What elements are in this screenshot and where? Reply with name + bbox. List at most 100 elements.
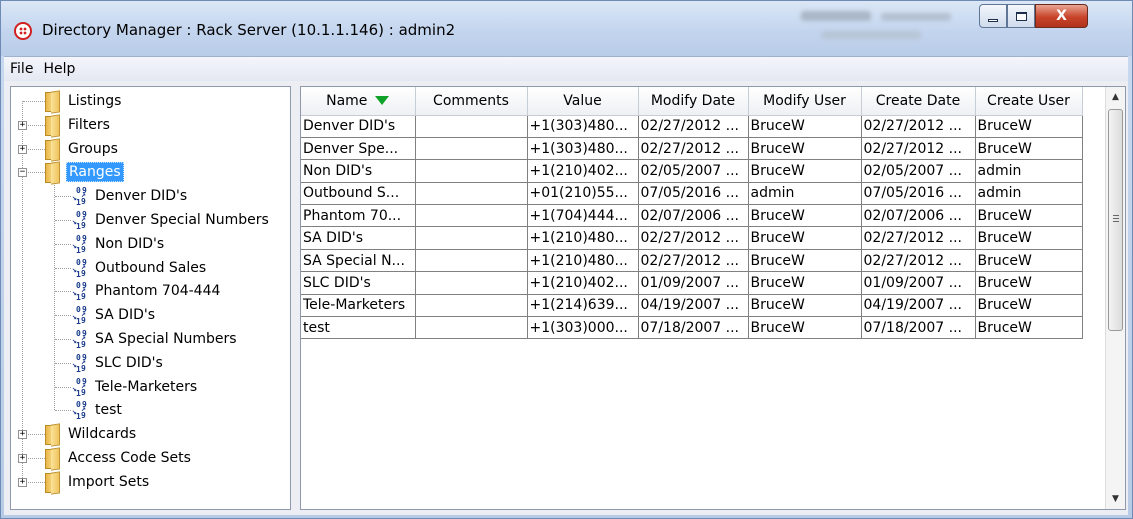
cell-modify-user: BruceW bbox=[748, 271, 862, 295]
tree-node-label: Import Sets bbox=[68, 473, 150, 490]
range-icon: 0 9 ↘ ↗ 1 9 bbox=[72, 210, 87, 231]
cell-create-user: BruceW bbox=[975, 249, 1083, 273]
cell-create-user: BruceW bbox=[975, 271, 1083, 295]
tree-node-outbound-sales[interactable]: 0 9 ↘ ↗ 1 9 Outbound Sales bbox=[71, 256, 208, 280]
tree-line bbox=[55, 315, 71, 317]
tree-node-wildcards[interactable]: Wildcards bbox=[44, 422, 138, 446]
expand-icon[interactable]: + bbox=[18, 477, 27, 487]
tree-node-phantom-704-444[interactable]: 0 9 ↘ ↗ 1 9 Phantom 704-444 bbox=[71, 279, 222, 303]
tree-node-ranges[interactable]: Ranges bbox=[44, 160, 124, 184]
cell-modify-date: 04/19/2007 ... bbox=[638, 294, 749, 318]
minimize-button[interactable] bbox=[979, 4, 1007, 28]
column-header-comments[interactable]: Comments bbox=[415, 87, 528, 116]
cell-comments bbox=[415, 137, 528, 161]
tree-node-listings[interactable]: Listings bbox=[44, 89, 123, 113]
menu-file[interactable]: File bbox=[4, 61, 37, 77]
tree-line bbox=[55, 339, 71, 340]
cell-create-user: admin bbox=[975, 182, 1083, 206]
cell-modify-date: 02/27/2012 ... bbox=[638, 137, 749, 161]
tree-node-label: SLC DID's bbox=[95, 354, 163, 371]
tree-node-access-code-sets[interactable]: Access Code Sets bbox=[44, 446, 193, 470]
table-row[interactable]: Outbound S... +01(210)55... 07/05/2016 ...… bbox=[301, 182, 1083, 206]
table-row[interactable]: SLC DID's +1(210)402... 01/09/2007 ... Bruc… bbox=[301, 271, 1083, 295]
tree-node-import-sets[interactable]: Import Sets bbox=[44, 470, 151, 494]
cell-modify-user: BruceW bbox=[748, 137, 862, 161]
title-bar[interactable]: Directory Manager : Rack Server (10.1.1.… bbox=[1, 1, 1132, 56]
range-icon: 0 9 ↘ ↗ 1 9 bbox=[72, 281, 87, 303]
tree-line bbox=[55, 243, 71, 245]
table-row[interactable]: Denver Spe... +1(303)480... 02/27/2012 ...… bbox=[301, 137, 1083, 161]
cell-modify-date: 02/05/2007 ... bbox=[638, 159, 749, 183]
cell-value: +1(303)480... bbox=[527, 137, 639, 161]
tree-node-non-did-s[interactable]: 0 9 ↘ ↗ 1 9 Non DID's bbox=[71, 232, 166, 256]
app-window: Directory Manager : Rack Server (10.1.1.… bbox=[0, 0, 1133, 519]
vertical-scrollbar[interactable]: ▲ ▼ bbox=[1105, 87, 1125, 509]
tree-node-label: SA DID's bbox=[95, 307, 156, 324]
scroll-up-icon[interactable]: ▲ bbox=[1106, 87, 1125, 107]
app-logo-icon bbox=[14, 22, 32, 40]
tree-line bbox=[55, 291, 71, 293]
directory-tree[interactable]: Listings + Filters + Groups − Ranges 0 9 ↘ ↗ 1 9 Denv… bbox=[10, 86, 291, 510]
cell-value: +1(210)480... bbox=[527, 226, 639, 250]
column-header-create-user[interactable]: Create User bbox=[975, 87, 1083, 116]
maximize-button[interactable] bbox=[1007, 4, 1035, 28]
expand-icon[interactable]: + bbox=[18, 144, 27, 154]
tree-node-sa-did-s[interactable]: 0 9 ↘ ↗ 1 9 SA DID's bbox=[71, 303, 157, 327]
tree-node-label: Non DID's bbox=[95, 235, 165, 252]
tree-node-label: Denver Special Numbers bbox=[95, 212, 269, 228]
panel-splitter[interactable] bbox=[292, 86, 299, 510]
table-row[interactable]: test +1(303)000... 07/18/2007 ... BruceW 07/… bbox=[301, 316, 1083, 340]
expand-icon[interactable]: + bbox=[18, 430, 27, 440]
expand-icon[interactable]: + bbox=[18, 120, 27, 130]
scroll-thumb[interactable] bbox=[1108, 109, 1123, 331]
table-row[interactable]: SA Special N... +1(210)480... 02/27/2012 .… bbox=[301, 249, 1083, 273]
range-icon: 0 9 ↘ ↗ 1 9 bbox=[72, 257, 87, 279]
column-header-label: Value bbox=[563, 92, 602, 109]
column-header-value[interactable]: Value bbox=[527, 87, 639, 116]
maximize-icon bbox=[1015, 11, 1027, 21]
tree-node-test[interactable]: 0 9 ↘ ↗ 1 9 test bbox=[71, 398, 124, 422]
cell-modify-user: BruceW bbox=[748, 226, 862, 250]
tree-node-groups[interactable]: Groups bbox=[44, 137, 120, 161]
column-header-name[interactable]: Name bbox=[301, 87, 416, 116]
tree-node-denver-did-s[interactable]: 0 9 ↘ ↗ 1 9 Denver DID's bbox=[71, 184, 189, 208]
tree-node-denver-special-numbers[interactable]: 0 9 ↘ ↗ 1 9 Denver Special Numbers bbox=[71, 208, 271, 232]
tree-node-sa-special-numbers[interactable]: 0 9 ↘ ↗ 1 9 SA Special Numbers bbox=[71, 327, 239, 351]
tree-line bbox=[54, 182, 55, 411]
main-content: Listings + Filters + Groups − Ranges 0 9 ↘ ↗ 1 9 Denv… bbox=[4, 81, 1128, 515]
cell-modify-user: admin bbox=[748, 182, 862, 206]
tree-line bbox=[55, 196, 71, 198]
tree-node-tele-marketers[interactable]: 0 9 ↘ ↗ 1 9 Tele-Marketers bbox=[71, 375, 199, 399]
expand-icon[interactable]: + bbox=[18, 454, 27, 463]
range-icon: 0 9 ↘ ↗ 1 9 bbox=[72, 400, 87, 422]
cell-modify-date: 07/18/2007 ... bbox=[638, 316, 749, 340]
tree-node-label: Denver DID's bbox=[95, 188, 188, 205]
cell-create-user: BruceW bbox=[975, 316, 1083, 340]
table-row[interactable]: Phantom 70... +1(704)444... 02/07/2006 ...… bbox=[301, 204, 1083, 228]
cell-create-date: 02/07/2006 ... bbox=[861, 204, 976, 228]
table-row[interactable]: Tele-Marketers +1(214)639... 04/19/2007 ..… bbox=[301, 294, 1083, 318]
collapse-icon[interactable]: − bbox=[18, 168, 27, 178]
column-header-modify-user[interactable]: Modify User bbox=[748, 87, 862, 116]
cell-modify-date: 01/09/2007 ... bbox=[638, 271, 749, 295]
ranges-table: Name Comments Value Modify Date Modify User C… bbox=[301, 87, 1083, 340]
minimize-icon bbox=[988, 18, 998, 22]
cell-name: SA Special N... bbox=[301, 249, 416, 273]
column-header-label: Comments bbox=[433, 92, 509, 109]
cell-name: SA DID's bbox=[301, 226, 416, 250]
cell-create-date: 07/18/2007 ... bbox=[861, 316, 976, 340]
tree-node-filters[interactable]: Filters bbox=[44, 113, 112, 137]
tree-node-slc-did-s[interactable]: 0 9 ↘ ↗ 1 9 SLC DID's bbox=[71, 351, 165, 375]
table-row[interactable]: SA DID's +1(210)480... 02/27/2012 ... Bruce… bbox=[301, 226, 1083, 250]
table-row[interactable]: Non DID's +1(210)402... 02/05/2007 ... Bruc… bbox=[301, 159, 1083, 183]
cell-comments bbox=[415, 115, 528, 138]
close-button[interactable]: X bbox=[1035, 4, 1088, 28]
cell-name: Outbound S... bbox=[301, 182, 416, 206]
cell-comments bbox=[415, 249, 528, 273]
scroll-down-icon[interactable]: ▼ bbox=[1106, 489, 1125, 509]
column-header-label: Modify Date bbox=[650, 92, 736, 109]
table-row[interactable]: Denver DID's +1(303)480... 02/27/2012 ... B… bbox=[301, 115, 1083, 138]
column-header-create-date[interactable]: Create Date bbox=[861, 87, 976, 116]
column-header-modify-date[interactable]: Modify Date bbox=[638, 87, 749, 116]
menu-help[interactable]: Help bbox=[37, 61, 79, 77]
